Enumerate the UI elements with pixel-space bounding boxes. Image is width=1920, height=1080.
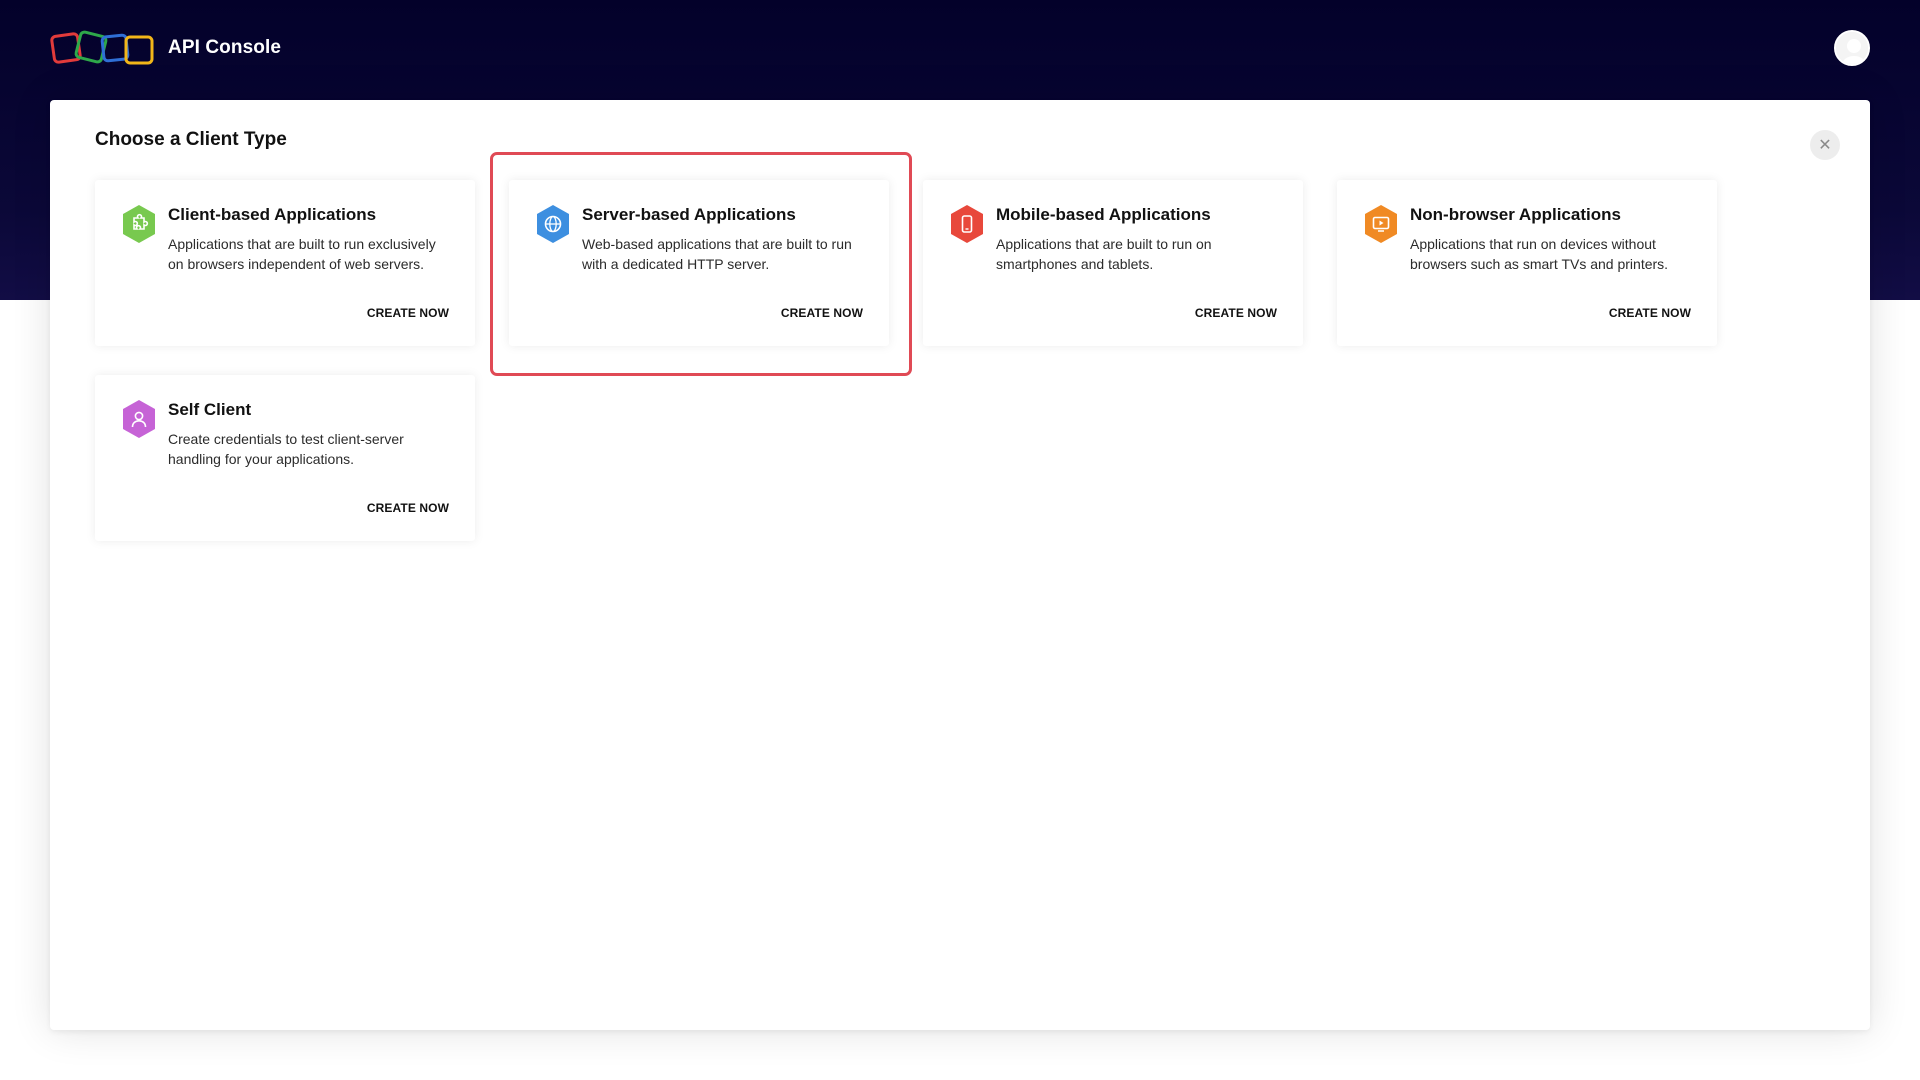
card-title: Mobile-based Applications xyxy=(996,205,1211,224)
app-logo[interactable]: API Console xyxy=(50,28,281,68)
card-title: Non-browser Applications xyxy=(1410,205,1621,224)
card-title: Client-based Applications xyxy=(168,205,377,224)
card-non-browser[interactable]: Non-browser Applications Applications th… xyxy=(1337,180,1717,346)
client-type-dialog: Choose a Client Type ✕ Client-based Appl… xyxy=(50,100,1870,1030)
puzzle-icon xyxy=(121,204,157,244)
monitor-icon xyxy=(1363,204,1399,244)
card-description: Create credentials to test client-server… xyxy=(168,431,404,467)
app-title: API Console xyxy=(168,37,282,58)
dialog-title: Choose a Client Type xyxy=(95,129,287,150)
create-now-client-based[interactable]: CREATE NOW xyxy=(367,306,449,320)
card-client-based[interactable]: Client-based Applications Applications t… xyxy=(95,180,475,346)
zoho-logo-icon xyxy=(50,30,154,65)
create-now-non-browser[interactable]: CREATE NOW xyxy=(1609,306,1691,320)
globe-icon xyxy=(535,204,571,244)
user-icon xyxy=(121,399,157,439)
card-title: Server-based Applications xyxy=(582,205,796,224)
create-now-mobile-based[interactable]: CREATE NOW xyxy=(1195,306,1277,320)
smartphone-icon xyxy=(949,204,985,244)
close-button[interactable]: ✕ xyxy=(1810,130,1840,160)
close-icon: ✕ xyxy=(1818,137,1832,154)
card-description: Applications that run on devices without… xyxy=(1410,236,1669,272)
user-avatar[interactable] xyxy=(1834,30,1870,66)
card-title: Self Client xyxy=(168,400,252,419)
create-now-self-client[interactable]: CREATE NOW xyxy=(367,501,449,515)
card-mobile-based[interactable]: Mobile-based Applications Applications t… xyxy=(923,180,1303,346)
card-server-based[interactable]: Server-based Applications Web-based appl… xyxy=(509,180,889,346)
card-self-client[interactable]: Self Client Create credentials to test c… xyxy=(95,375,475,541)
create-now-server-based[interactable]: CREATE NOW xyxy=(781,306,863,320)
app-header: API Console xyxy=(0,0,1920,96)
card-description: Applications that are built to run on sm… xyxy=(996,236,1212,272)
card-description: Applications that are built to run exclu… xyxy=(168,236,436,272)
card-description: Web-based applications that are built to… xyxy=(582,236,852,272)
